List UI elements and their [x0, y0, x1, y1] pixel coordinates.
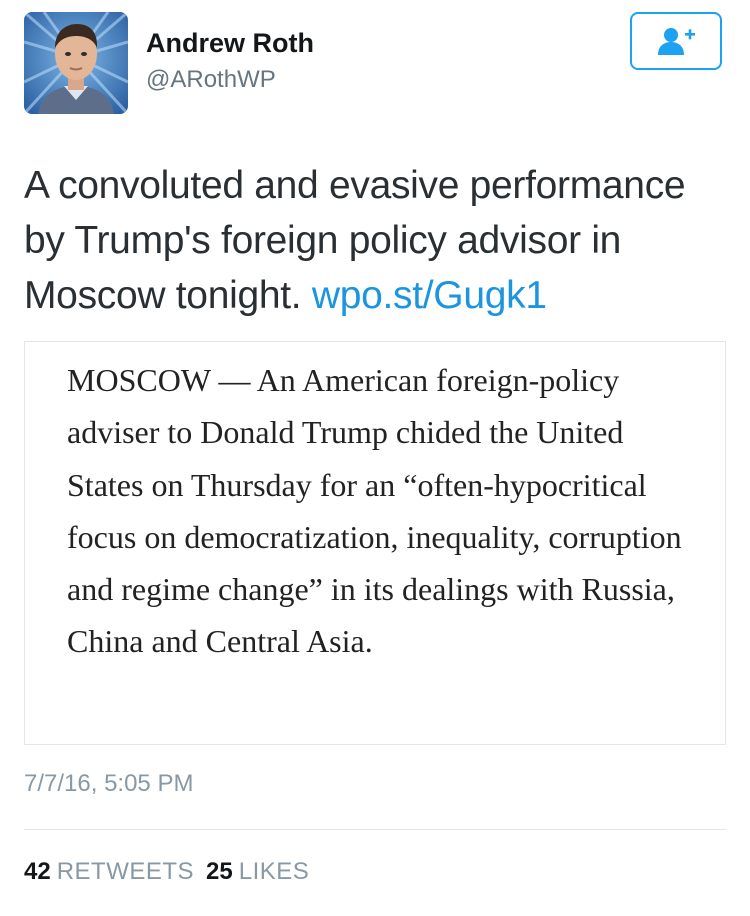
tweet-text: A convoluted and evasive performance by … — [24, 158, 726, 323]
article-excerpt: MOSCOW — An American foreign-policy advi… — [67, 362, 682, 660]
likes-count[interactable]: 25 — [206, 858, 233, 885]
tweet-timestamp: 7/7/16, 5:05 PM — [24, 770, 194, 797]
retweets-count[interactable]: 42 — [24, 858, 51, 885]
tweet-header: Andrew Roth @ARothWP — [24, 12, 726, 114]
likes-label[interactable]: LIKES — [239, 858, 310, 885]
follow-button[interactable] — [630, 12, 722, 70]
follow-user-plus-icon — [658, 28, 695, 55]
tweet-link[interactable]: wpo.st/Gugk1 — [312, 274, 547, 317]
author-handle[interactable]: @ARothWP — [146, 66, 276, 94]
divider — [24, 829, 726, 830]
author-name[interactable]: Andrew Roth — [146, 28, 314, 59]
attached-image-card[interactable]: MOSCOW — An American foreign-policy advi… — [24, 341, 726, 745]
retweets-label[interactable]: RETWEETS — [57, 858, 194, 885]
author-avatar[interactable] — [24, 12, 128, 114]
engagement-stats: 42 RETWEETS 25 LIKES — [24, 858, 309, 886]
avatar-image — [24, 12, 128, 114]
